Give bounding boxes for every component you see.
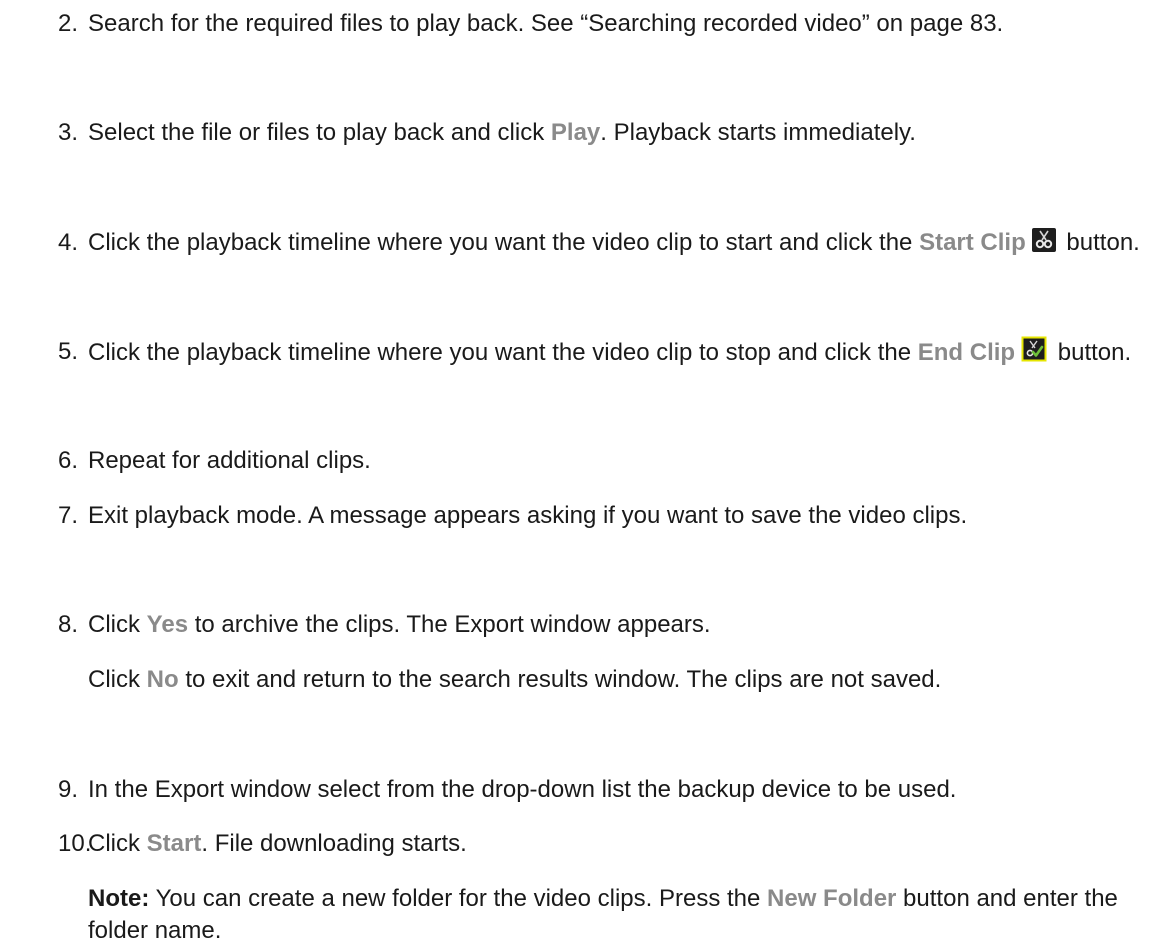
step-text-after: . File downloading starts. [201,830,467,857]
step-number: 6. [58,447,79,474]
step-text-prefix: Click [88,611,147,638]
step-10-note: Note: You can create a new folder for th… [88,883,1150,947]
step-number: 3. [58,119,79,146]
step-text: Click the playback timeline where you wa… [88,336,1150,369]
step-text: Select the file or files to play back an… [88,117,1150,149]
step-text-after: . Playback starts immediately. [600,119,916,146]
step-text: Exit playback mode. A message appears as… [88,502,968,529]
step-text-after: button. [1059,229,1140,256]
step-text-before: Select the file or files to play back an… [88,119,551,146]
step-text-after: to archive the clips. The Export window … [188,611,711,638]
scissors-clip-end-icon [1021,336,1047,362]
step-8-continuation: Click No to exit and return to the searc… [88,664,1150,696]
end-clip-label: End Clip [917,339,1016,366]
step-number: 9. [58,776,79,803]
step-text-before: Click the playback timeline where you wa… [88,229,920,256]
step-text: Click the playback timeline where you wa… [88,227,1150,259]
note-label: Note: [88,885,150,912]
step-text: Repeat for additional clips. [88,447,371,474]
step-text: Click Yes to archive the clips. The Expo… [88,609,1150,641]
step-number: 10. [58,830,92,857]
step-number: 2. [58,10,79,37]
step-text: In the Export window select from the dro… [88,776,957,803]
note-before: You can create a new folder for the vide… [149,885,768,912]
continuation-after: to exit and return to the search results… [178,666,942,693]
start-button-label: Start [146,830,202,857]
step-number: 7. [58,502,79,529]
step-number: 4. [58,229,79,256]
yes-button-label: Yes [146,611,189,638]
step-text-prefix: Click [88,830,147,857]
step-text-after: button. [1051,339,1132,366]
scissors-clip-start-icon [1031,228,1056,252]
start-clip-label: Start Clip [919,229,1026,256]
new-folder-button-label: New Folder [767,885,897,912]
step-number: 5. [58,338,79,365]
step-text-before: Click the playback timeline where you wa… [88,339,918,366]
step-text: Search for the required files to play ba… [88,10,1004,37]
no-button-label: No [146,666,179,693]
continuation-prefix: Click [88,666,147,693]
step-number: 8. [58,611,79,638]
play-button-label: Play [550,119,601,146]
step-text: Click Start. File downloading starts. [88,828,1150,860]
